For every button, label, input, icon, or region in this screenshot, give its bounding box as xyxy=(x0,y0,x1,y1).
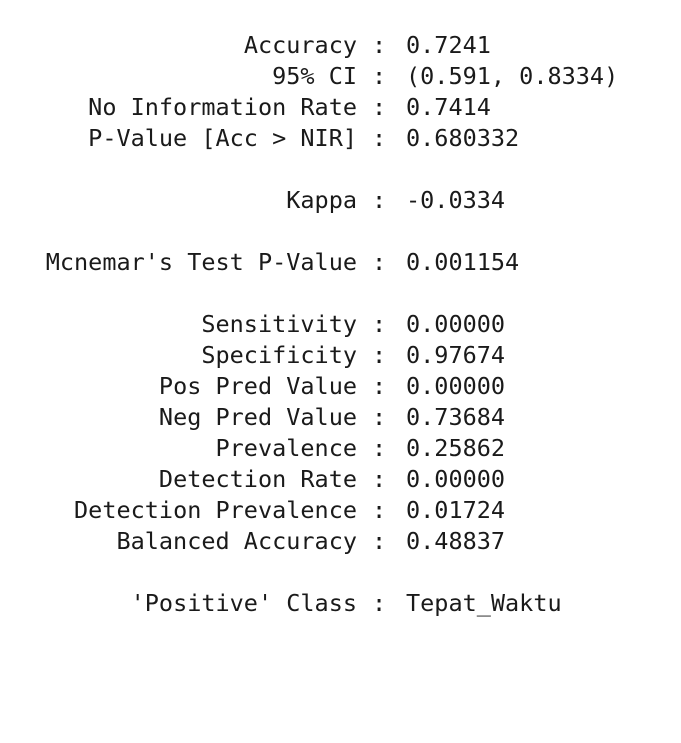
stat-label: Accuracy xyxy=(243,31,357,59)
stat-label: P-Value [Acc > NIR] xyxy=(88,124,357,152)
stat-value: 0.001154 xyxy=(406,248,520,276)
stat-row-accuracy: Accuracy : 0.7241 xyxy=(0,30,681,61)
stat-separator: : xyxy=(372,31,387,59)
stat-value: 0.680332 xyxy=(406,124,520,152)
stat-row-no-information-rate: No Information Rate : 0.7414 xyxy=(0,92,681,123)
stat-label: 'Positive' Class xyxy=(130,589,357,617)
stat-row-p-value: P-Value [Acc > NIR] : 0.680332 xyxy=(0,123,681,154)
stat-value: 0.48837 xyxy=(406,527,506,555)
stat-row-specificity: Specificity : 0.97674 xyxy=(0,340,681,371)
stat-row-prevalence: Prevalence : 0.25862 xyxy=(0,433,681,464)
stat-label: Detection Prevalence xyxy=(74,496,357,524)
stat-row-95-ci: 95% CI : (0.591, 0.8334) xyxy=(0,61,681,92)
stat-label: Mcnemar's Test P-Value xyxy=(45,248,357,276)
stat-label: Prevalence xyxy=(215,434,357,462)
stat-separator: : xyxy=(372,527,387,555)
stat-label: Detection Rate xyxy=(158,465,357,493)
stat-value: 0.73684 xyxy=(406,403,506,431)
stat-value: -0.0334 xyxy=(406,186,506,214)
stat-separator: : xyxy=(372,62,387,90)
stat-label: Neg Pred Value xyxy=(158,403,357,431)
stat-label: Specificity xyxy=(201,341,357,369)
stat-label: Balanced Accuracy xyxy=(116,527,357,555)
stat-row-pos-pred-value: Pos Pred Value : 0.00000 xyxy=(0,371,681,402)
stat-row-sensitivity: Sensitivity : 0.00000 xyxy=(0,309,681,340)
stat-row-mcnemar: Mcnemar's Test P-Value : 0.001154 xyxy=(0,247,681,278)
stat-row-kappa: Kappa : -0.0334 xyxy=(0,185,681,216)
stat-value: 0.00000 xyxy=(406,372,506,400)
stat-value: 0.97674 xyxy=(406,341,506,369)
stat-separator: : xyxy=(372,403,387,431)
stat-value: 0.7414 xyxy=(406,93,491,121)
stat-separator: : xyxy=(372,434,387,462)
stat-separator: : xyxy=(372,93,387,121)
stat-label: Kappa xyxy=(286,186,357,214)
console-output: Accuracy : 0.7241 95% CI : (0.591, 0.833… xyxy=(0,30,681,619)
stat-value: Tepat_Waktu xyxy=(406,589,562,617)
stat-value: 0.00000 xyxy=(406,465,506,493)
stat-label: Pos Pred Value xyxy=(158,372,357,400)
stat-value: 0.00000 xyxy=(406,310,506,338)
stat-row-detection-prevalence: Detection Prevalence : 0.01724 xyxy=(0,495,681,526)
stat-row-neg-pred-value: Neg Pred Value : 0.73684 xyxy=(0,402,681,433)
stat-row-detection-rate: Detection Rate : 0.00000 xyxy=(0,464,681,495)
stat-separator: : xyxy=(372,124,387,152)
stat-value: 0.7241 xyxy=(406,31,491,59)
stat-separator: : xyxy=(372,310,387,338)
stat-separator: : xyxy=(372,248,387,276)
stat-value: (0.591, 0.8334) xyxy=(406,62,619,90)
stat-value: 0.25862 xyxy=(406,434,506,462)
stat-label: 95% CI xyxy=(272,62,357,90)
stat-separator: : xyxy=(372,496,387,524)
stat-separator: : xyxy=(372,186,387,214)
stat-label: No Information Rate xyxy=(88,93,357,121)
stat-row-balanced-accuracy: Balanced Accuracy : 0.48837 xyxy=(0,526,681,557)
stat-row-positive-class: 'Positive' Class : Tepat_Waktu xyxy=(0,588,681,619)
stat-label: Sensitivity xyxy=(201,310,357,338)
stat-value: 0.01724 xyxy=(406,496,506,524)
stat-separator: : xyxy=(372,372,387,400)
stat-separator: : xyxy=(372,465,387,493)
stat-separator: : xyxy=(372,589,387,617)
stat-separator: : xyxy=(372,341,387,369)
